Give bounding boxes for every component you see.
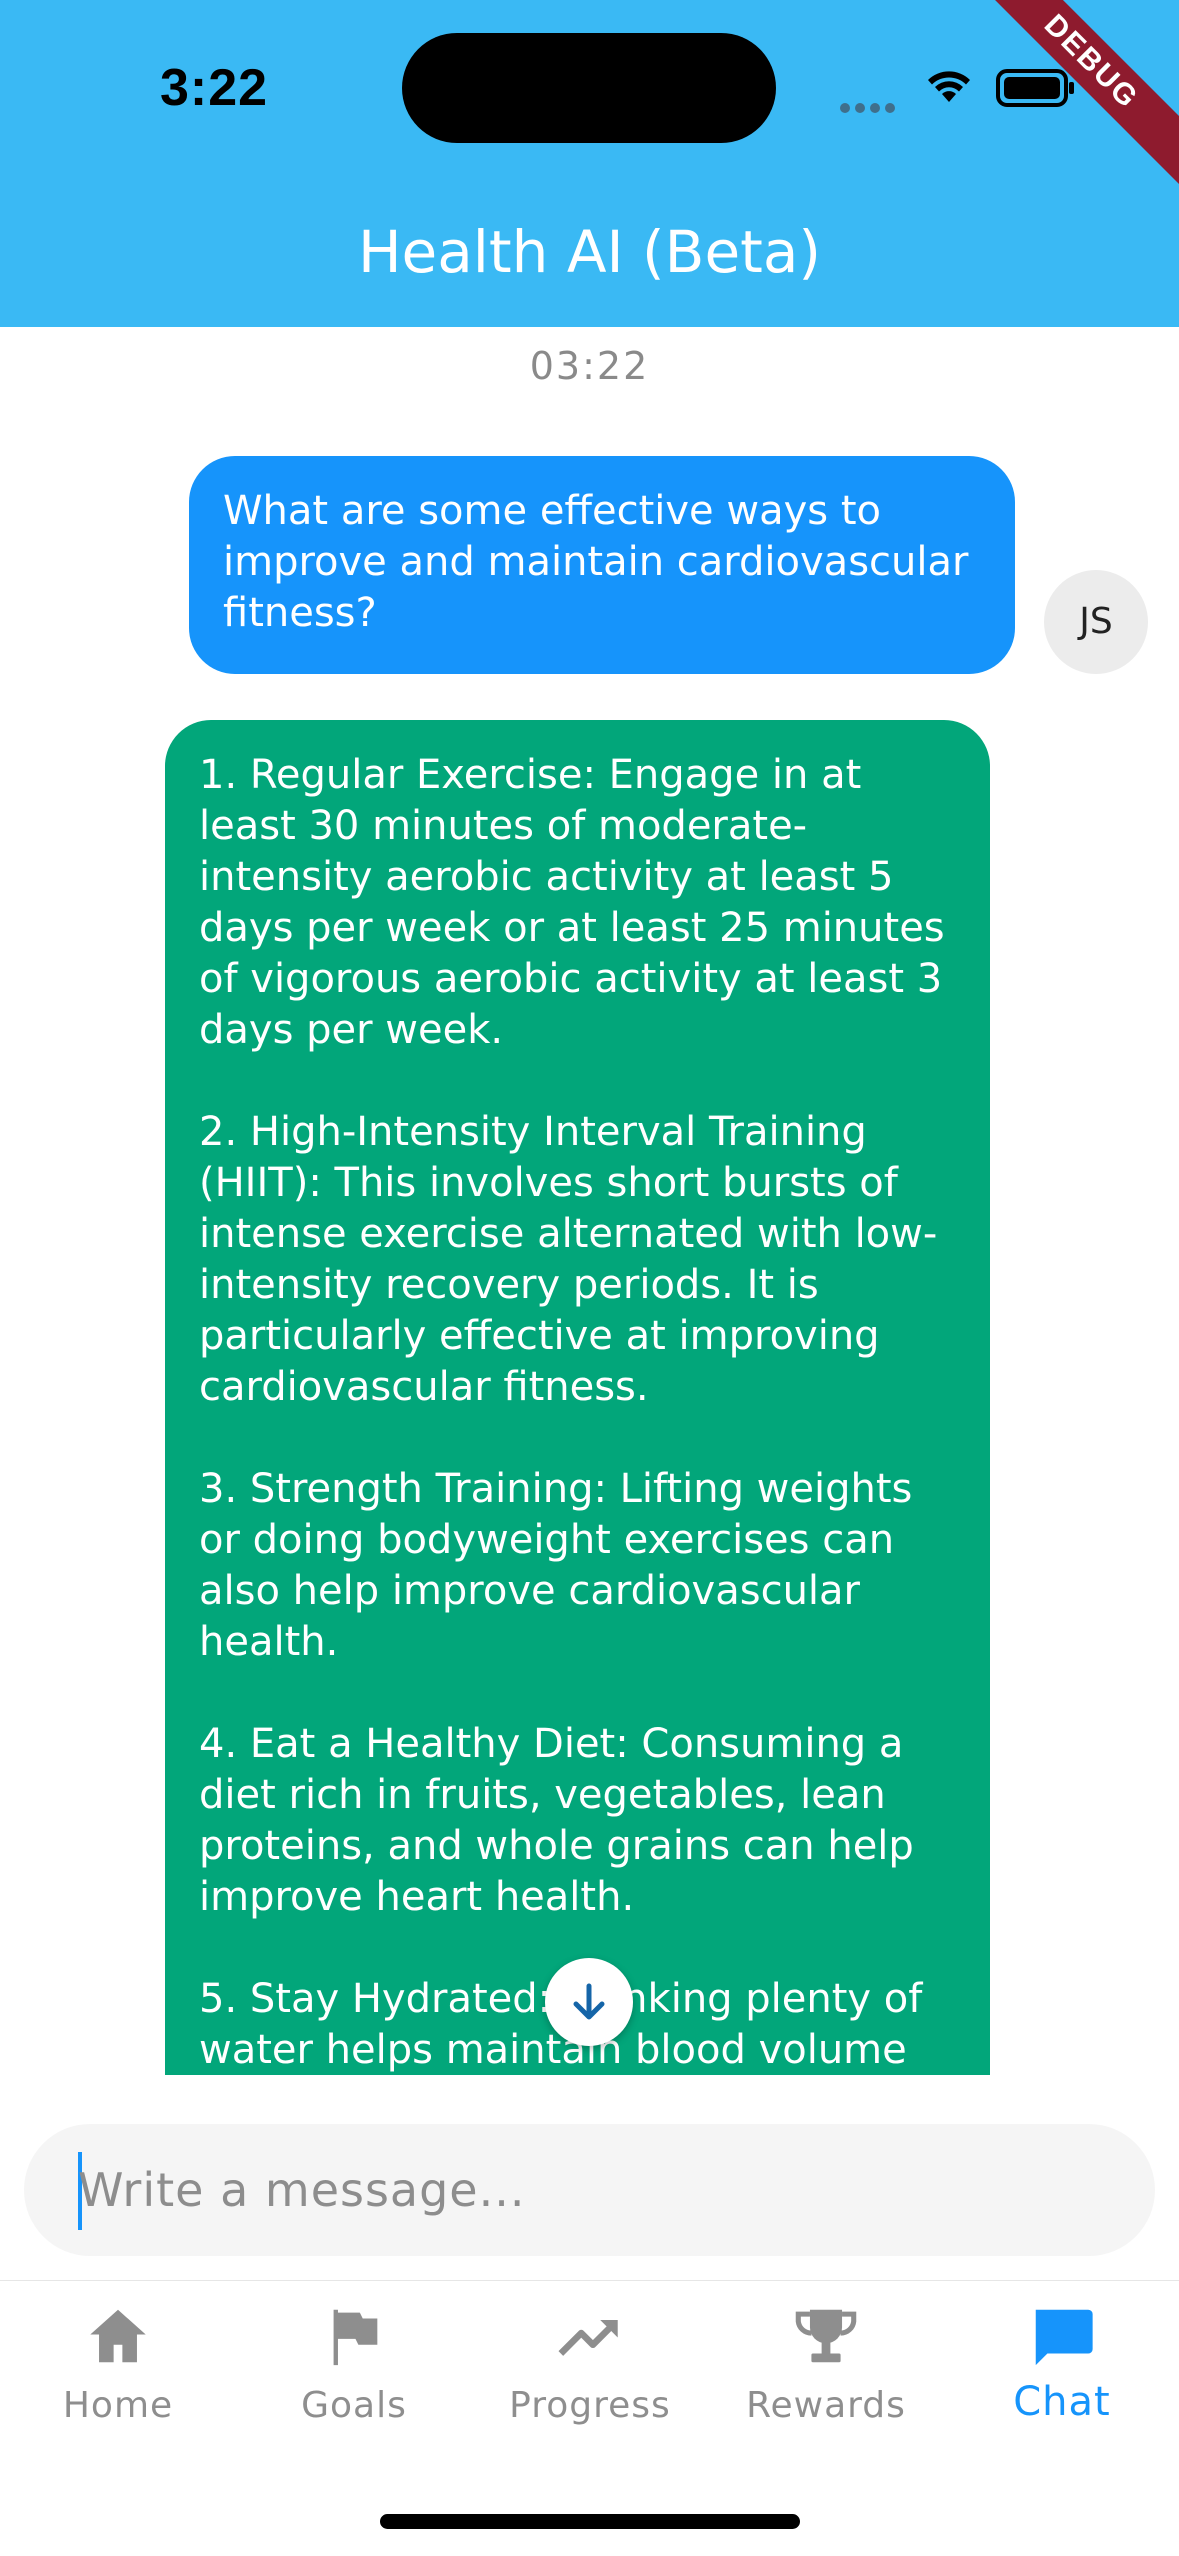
trending-up-icon [558, 2319, 618, 2356]
avatar[interactable]: JS [1044, 570, 1148, 674]
bot-message-bubble: 1. Regular Exercise: Engage in at least … [165, 720, 990, 2075]
flag-icon [333, 2309, 378, 2366]
status-time: 3:22 [160, 59, 269, 117]
scroll-to-bottom-button[interactable] [545, 1958, 633, 2046]
message-input[interactable] [78, 2154, 1118, 2226]
nav-label-progress: Progress [509, 2385, 671, 2426]
app-header: 3:22 DEBUG Health AI (Beta) [0, 0, 1179, 327]
arrow-down-icon [573, 1983, 605, 2020]
nav-item-progress[interactable]: Progress [472, 2301, 708, 2451]
nav-label-chat: Chat [1013, 2379, 1111, 2425]
nav-label-rewards: Rewards [746, 2385, 906, 2426]
nav-item-chat[interactable]: Chat [944, 2301, 1179, 2451]
dynamic-island [402, 33, 776, 143]
wifi-icon [928, 71, 970, 102]
user-message-bubble: What are some effective ways to improve … [189, 456, 1015, 674]
nav-item-rewards[interactable]: Rewards [708, 2301, 944, 2451]
chat-screen: 3:22 DEBUG Health AI (Beta) 03:22 What a… [0, 0, 1179, 2556]
page-title: Health AI (Beta) [357, 218, 822, 286]
nav-item-home[interactable]: Home [0, 2301, 236, 2451]
status-icons [840, 62, 1080, 113]
nav-label-home: Home [62, 2385, 174, 2426]
cellular-signal-icon [840, 98, 900, 117]
home-indicator[interactable] [380, 2514, 800, 2529]
trophy-icon [795, 2309, 857, 2363]
home-icon [90, 2309, 146, 2363]
message-composer [24, 2124, 1155, 2256]
message-timestamp: 03:22 [529, 344, 650, 388]
nav-label-goals: Goals [301, 2385, 407, 2426]
chat-icon [1035, 2309, 1093, 2366]
nav-item-goals[interactable]: Goals [236, 2301, 472, 2451]
battery-icon [996, 69, 1074, 107]
